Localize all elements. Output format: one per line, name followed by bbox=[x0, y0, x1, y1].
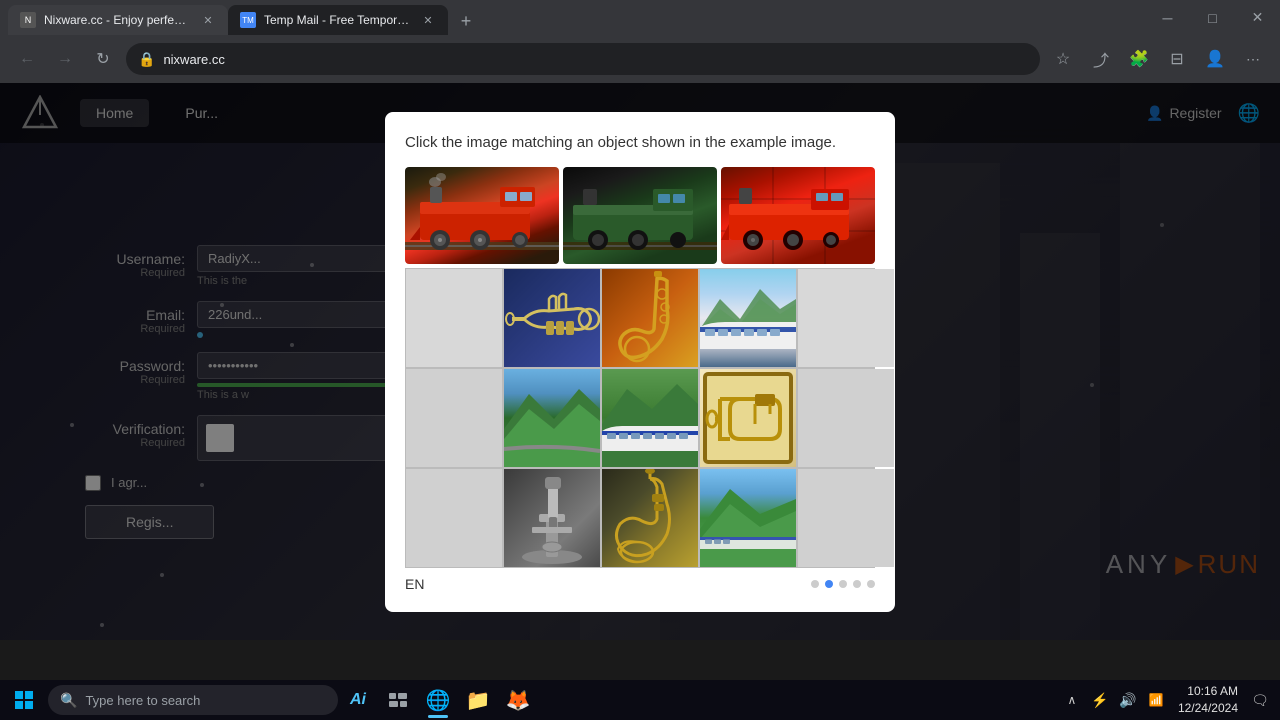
tray-up-arrow[interactable]: ∧ bbox=[1060, 680, 1084, 720]
notification-icon: 🗨 bbox=[1251, 692, 1269, 709]
browser-chrome: N Nixware.cc - Enjoy perfect perf... ✕ T… bbox=[0, 0, 1280, 83]
lock-icon: 🔒 bbox=[138, 51, 155, 68]
time-display[interactable]: 10:16 AM 12/24/2024 bbox=[1172, 683, 1244, 717]
power-icon: ⚡ bbox=[1091, 692, 1108, 709]
minimize-button[interactable]: ─ bbox=[1145, 0, 1190, 35]
address-bar[interactable]: 🔒 nixware.cc bbox=[126, 43, 1040, 75]
dot-1 bbox=[811, 580, 819, 588]
language-selector[interactable]: EN bbox=[405, 576, 424, 592]
captcha-image-train3[interactable] bbox=[721, 167, 875, 264]
grid-cell-1-2[interactable] bbox=[602, 369, 698, 467]
taskbar-search-bar[interactable]: 🔍 Type here to search bbox=[48, 685, 338, 715]
tray-volume[interactable]: 🔊 bbox=[1116, 680, 1140, 720]
grid-cell-2-4[interactable] bbox=[798, 469, 894, 567]
dot-5 bbox=[867, 580, 875, 588]
address-text: nixware.cc bbox=[163, 52, 224, 67]
taskbar-app-firefox[interactable]: 🦊 bbox=[498, 680, 538, 720]
taskbar: 🔍 Type here to search Ai 🌐 📁 🦊 ∧ ⚡ bbox=[0, 680, 1280, 720]
main-content: Home Pur... 👤 Register 🌐 Username: Requi… bbox=[0, 83, 1280, 640]
grid-cell-0-4[interactable] bbox=[798, 269, 894, 367]
edge-icon: 🌐 bbox=[426, 688, 451, 713]
grid-cell-1-1[interactable] bbox=[504, 369, 600, 467]
tray-power[interactable]: ⚡ bbox=[1088, 680, 1112, 720]
captcha-image-train1[interactable] bbox=[405, 167, 559, 264]
firefox-icon: 🦊 bbox=[506, 688, 531, 713]
grid-cell-2-2[interactable] bbox=[602, 469, 698, 567]
tray-chevron-icon: ∧ bbox=[1068, 693, 1077, 707]
split-screen-button[interactable]: ⊟ bbox=[1162, 44, 1192, 74]
captcha-top-row bbox=[405, 167, 875, 264]
search-icon: 🔍 bbox=[60, 692, 77, 709]
modal-overlay: Click the image matching an object shown… bbox=[0, 83, 1280, 640]
address-bar-row: ← → ↻ 🔒 nixware.cc ☆ ⤴ 🧩 ⊟ 👤 ⋯ bbox=[0, 35, 1280, 83]
captcha-image-train2[interactable] bbox=[563, 167, 717, 264]
back-button[interactable]: ← bbox=[12, 44, 42, 74]
captcha-pagination-dots bbox=[811, 580, 875, 588]
start-button[interactable] bbox=[0, 680, 48, 720]
tab-close-nixware[interactable]: ✕ bbox=[200, 12, 216, 28]
time-text: 10:16 AM bbox=[1178, 683, 1238, 700]
tab-favicon-tempmail: TM bbox=[240, 12, 256, 28]
grid-cell-0-2[interactable] bbox=[602, 269, 698, 367]
active-indicator bbox=[428, 715, 448, 718]
grid-cell-2-1[interactable] bbox=[504, 469, 600, 567]
tab-bar: N Nixware.cc - Enjoy perfect perf... ✕ T… bbox=[0, 0, 1280, 35]
tab-label-tempmail: Temp Mail - Free Temporary Disp... bbox=[264, 13, 412, 27]
extensions-button[interactable]: 🧩 bbox=[1124, 44, 1154, 74]
network-icon: 📶 bbox=[1148, 693, 1163, 707]
captcha-modal: Click the image matching an object shown… bbox=[385, 112, 895, 612]
start-icon bbox=[15, 691, 33, 709]
close-button[interactable]: ✕ bbox=[1235, 0, 1280, 35]
reload-button[interactable]: ↻ bbox=[88, 44, 118, 74]
taskbar-right: ∧ ⚡ 🔊 📶 10:16 AM 12/24/2024 🗨 bbox=[1060, 680, 1280, 720]
maximize-button[interactable]: □ bbox=[1190, 0, 1235, 35]
grid-cell-1-3[interactable] bbox=[700, 369, 796, 467]
grid-cell-1-0[interactable] bbox=[406, 369, 502, 467]
taskbar-app-edge[interactable]: 🌐 bbox=[418, 680, 458, 720]
grid-cell-0-3[interactable] bbox=[700, 269, 796, 367]
explorer-icon: 📁 bbox=[466, 688, 491, 713]
tab-favicon-nixware: N bbox=[20, 12, 36, 28]
dot-3 bbox=[839, 580, 847, 588]
tab-close-tempmail[interactable]: ✕ bbox=[420, 12, 436, 28]
search-placeholder: Type here to search bbox=[85, 693, 200, 708]
new-tab-button[interactable]: + bbox=[452, 7, 480, 35]
grid-cell-0-1[interactable] bbox=[504, 269, 600, 367]
volume-icon: 🔊 bbox=[1119, 692, 1136, 709]
window-controls: ─ □ ✕ bbox=[1145, 0, 1280, 35]
taskbar-app-explorer[interactable]: 📁 bbox=[458, 680, 498, 720]
grid-cell-0-0[interactable] bbox=[406, 269, 502, 367]
captcha-grid bbox=[405, 268, 875, 568]
notification-button[interactable]: 🗨 bbox=[1248, 680, 1272, 720]
tab-tempmail[interactable]: TM Temp Mail - Free Temporary Disp... ✕ bbox=[228, 5, 448, 35]
grid-cell-1-4[interactable] bbox=[798, 369, 894, 467]
dot-2-active bbox=[825, 580, 833, 588]
ai-button[interactable]: Ai bbox=[338, 680, 378, 720]
menu-button[interactable]: ⋯ bbox=[1238, 44, 1268, 74]
share-button[interactable]: ⤴ bbox=[1086, 44, 1116, 74]
task-view-icon bbox=[389, 693, 407, 707]
captcha-bottom-bar: EN bbox=[405, 576, 875, 592]
grid-cell-2-3[interactable] bbox=[700, 469, 796, 567]
forward-button[interactable]: → bbox=[50, 44, 80, 74]
tab-nixware[interactable]: N Nixware.cc - Enjoy perfect perf... ✕ bbox=[8, 5, 228, 35]
tab-label-nixware: Nixware.cc - Enjoy perfect perf... bbox=[44, 13, 192, 27]
date-text: 12/24/2024 bbox=[1178, 700, 1238, 717]
task-view-button[interactable] bbox=[378, 680, 418, 720]
profile-button[interactable]: 👤 bbox=[1200, 44, 1230, 74]
ai-label: Ai bbox=[350, 691, 366, 709]
grid-cell-2-0[interactable] bbox=[406, 469, 502, 567]
dot-4 bbox=[853, 580, 861, 588]
tray-network[interactable]: 📶 bbox=[1144, 680, 1168, 720]
bookmark-button[interactable]: ☆ bbox=[1048, 44, 1078, 74]
captcha-instruction: Click the image matching an object shown… bbox=[405, 132, 875, 153]
